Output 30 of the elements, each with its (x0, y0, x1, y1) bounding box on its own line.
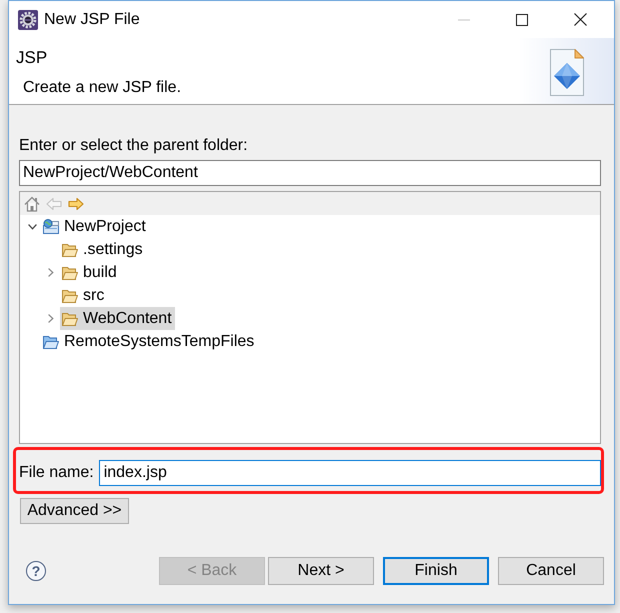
help-button[interactable]: ? (26, 561, 46, 581)
file-name-label: File name: (19, 464, 94, 482)
chevron-right-icon[interactable] (48, 268, 54, 277)
next-button[interactable]: Next > (268, 557, 374, 585)
folder-icon (62, 242, 78, 256)
right-arrow-icon[interactable] (68, 196, 84, 212)
window-title: New JSP File (44, 10, 141, 28)
folder-path-field[interactable]: NewProject/WebContent (19, 160, 601, 186)
tree-item[interactable]: .settings (60, 238, 146, 261)
file-name-field[interactable]: index.jsp (98, 460, 601, 486)
folder-icon (62, 266, 78, 280)
tree-item[interactable]: RemoteSystemsTempFiles (41, 330, 258, 353)
tree-item[interactable]: WebContent (60, 307, 175, 330)
house-icon[interactable] (24, 196, 40, 212)
parent-folder-label: Enter or select the parent folder: (19, 137, 248, 155)
folder-icon (43, 334, 59, 348)
tree-item[interactable]: src (60, 284, 108, 307)
page-description: Create a new JSP file. (23, 78, 182, 98)
finish-button[interactable]: Finish (383, 557, 489, 585)
chevron-right-icon[interactable] (48, 314, 54, 323)
tree-item[interactable]: NewProject (41, 215, 149, 238)
advanced-button[interactable]: Advanced >> (20, 498, 129, 524)
globe-folder-icon (43, 219, 59, 234)
folder-icon (62, 312, 78, 326)
gear-icon (18, 10, 38, 30)
tree-item[interactable]: build (60, 261, 120, 284)
page-title: JSP (16, 48, 48, 68)
chevron-down-icon[interactable] (28, 224, 36, 230)
folder-icon (62, 288, 78, 302)
cancel-button[interactable]: Cancel (498, 557, 604, 585)
